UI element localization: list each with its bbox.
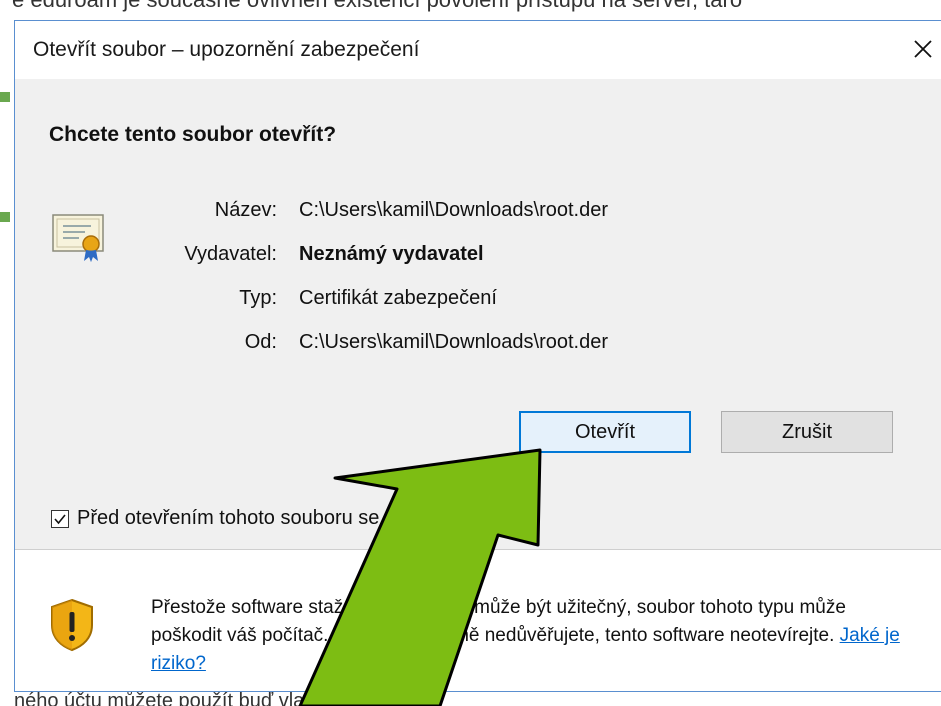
background-left-edge xyxy=(0,22,14,688)
field-value: C:\Users\kamil\Downloads\root.der xyxy=(299,331,608,353)
dialog-title: Otevřít soubor – upozornění zabezpečení xyxy=(33,38,420,61)
field-value: C:\Users\kamil\Downloads\root.der xyxy=(299,199,608,221)
warning-shield-icon xyxy=(51,598,93,652)
field-label: Vydavatel: xyxy=(184,243,277,265)
background-document-text: e eduroam je současně ovlivněn existencí… xyxy=(0,0,941,22)
checkmark-icon xyxy=(54,513,66,524)
field-value: Neznámý vydavatel xyxy=(299,243,484,265)
warning-text: Přestože software stažený z Internetu mů… xyxy=(151,594,921,678)
dialog-question: Chcete tento soubor otevřít? xyxy=(49,123,337,146)
always-ask-checkbox[interactable] xyxy=(51,509,69,528)
cancel-button[interactable]: Zrušit xyxy=(721,411,893,453)
field-label: Typ: xyxy=(239,287,277,309)
dialog-titlebar[interactable]: Otevřít soubor – upozornění zabezpečení xyxy=(15,21,941,79)
field-value: Certifikát zabezpečení xyxy=(299,287,497,309)
close-icon xyxy=(914,40,932,58)
security-warning-dialog: Otevřít soubor – upozornění zabezpečení … xyxy=(14,20,941,692)
close-button[interactable] xyxy=(899,25,941,73)
field-label: Od: xyxy=(244,331,277,353)
warning-body: Přestože software stažený z Internetu mů… xyxy=(151,597,846,646)
dialog-content: Chcete tento soubor otevřít? Název: C:\U… xyxy=(15,79,941,549)
always-ask-row[interactable]: Před otevřením tohoto souboru se vždy do… xyxy=(51,507,497,530)
always-ask-label: Před otevřením tohoto souboru se vždy do… xyxy=(77,507,498,529)
dialog-footer: Přestože software stažený z Internetu mů… xyxy=(15,550,941,691)
open-button[interactable]: Otevřít xyxy=(519,411,691,453)
field-label: Název: xyxy=(214,199,277,221)
